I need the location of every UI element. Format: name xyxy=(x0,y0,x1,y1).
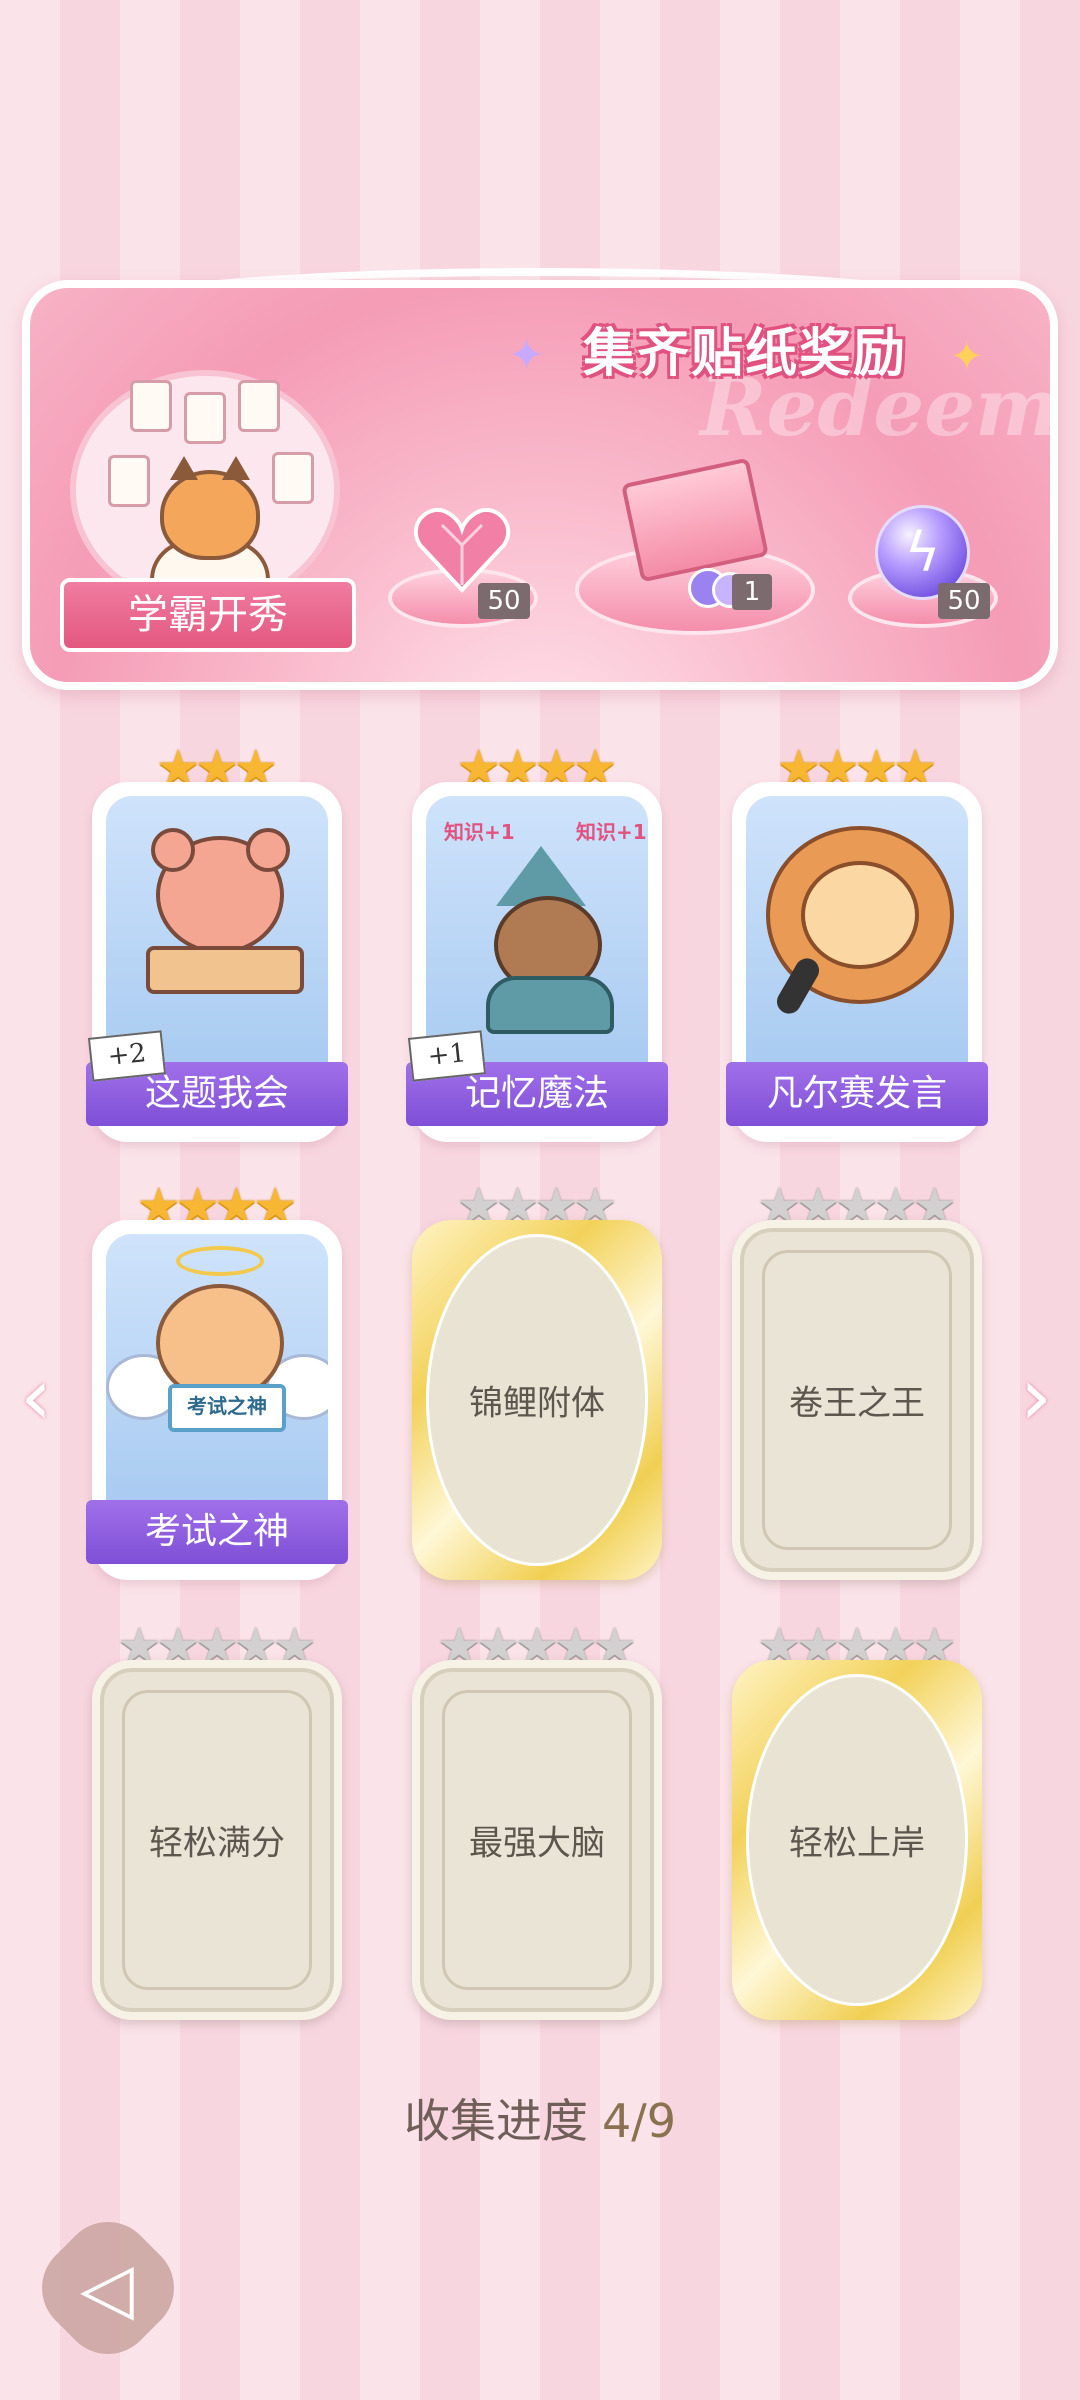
next-page-chevron-icon[interactable]: › xyxy=(1020,1350,1052,1443)
paper-icon xyxy=(184,392,226,444)
sparkle-icon: ✦ xyxy=(508,330,545,381)
sticker-card[interactable]: 知识+1 知识+1 记忆魔法 +1 xyxy=(406,782,668,1142)
robe xyxy=(486,976,614,1034)
sticker-card[interactable]: 凡尔赛发言 xyxy=(726,782,988,1142)
reward-qty: 1 xyxy=(732,574,772,610)
sticker-name: 锦鲤附体 xyxy=(469,1383,605,1424)
sign-text: 知识+1 xyxy=(576,820,647,844)
bear-ear xyxy=(246,828,290,872)
lion-speech-sticker xyxy=(746,796,968,1066)
locked-sticker-card[interactable]: 锦鲤附体 xyxy=(412,1220,662,1580)
collection-progress: 收集进度 4/9 xyxy=(0,2085,1080,2151)
sticker-name: 凡尔赛发言 xyxy=(726,1062,988,1126)
paper-icon xyxy=(130,380,172,432)
sign-board: 考试之神 xyxy=(168,1384,286,1432)
bonus-badge: +2 xyxy=(87,1030,167,1082)
lion-icon xyxy=(801,861,919,969)
paper-icon xyxy=(238,380,280,432)
sticker-card[interactable]: 考试之神 考试之神 xyxy=(86,1220,348,1580)
locked-sticker-card[interactable]: 轻松满分 xyxy=(92,1660,342,2020)
paper-icon xyxy=(272,452,314,504)
desk-icon xyxy=(146,946,304,994)
locked-sticker-card[interactable]: 最强大脑 xyxy=(412,1660,662,2020)
pink-heart-gem-icon[interactable] xyxy=(412,505,512,595)
locked-sticker-card[interactable]: 卷王之王 xyxy=(732,1220,982,1580)
otter-wizard-sticker: 知识+1 知识+1 xyxy=(426,796,648,1066)
reward-qty: 50 xyxy=(938,583,990,619)
progress-value: 4/9 xyxy=(601,2094,677,2148)
locked-sticker-card[interactable]: 轻松上岸 xyxy=(732,1660,982,2020)
bonus-badge: +1 xyxy=(407,1030,487,1082)
sticker-card[interactable]: 这题我会 +2 xyxy=(86,782,348,1142)
sticker-name: 卷王之王 xyxy=(789,1383,925,1424)
cat-mascot-icon xyxy=(160,456,260,560)
reward-qty: 50 xyxy=(478,583,530,619)
paper-icon xyxy=(108,455,150,507)
halo-icon xyxy=(176,1246,264,1276)
sign-text: 知识+1 xyxy=(444,820,515,844)
sparkle-icon: ✦ xyxy=(950,334,984,380)
back-arrow-icon: ◁ xyxy=(80,2247,134,2329)
prev-page-chevron-icon[interactable]: ‹ xyxy=(20,1350,52,1443)
banner-title: 集齐贴纸奖励 xyxy=(582,323,907,384)
sticker-name: 轻松上岸 xyxy=(789,1823,925,1864)
set-name-ribbon: 学霸开秀 xyxy=(60,578,356,652)
progress-label: 收集进度 xyxy=(403,2094,588,2148)
bear-student-sticker xyxy=(106,796,328,1066)
sticker-name: 最强大脑 xyxy=(469,1823,605,1864)
sticker-name: 考试之神 xyxy=(86,1500,348,1564)
bear-ear xyxy=(151,828,195,872)
angel-cat-sticker: 考试之神 xyxy=(106,1234,328,1504)
sticker-name: 轻松满分 xyxy=(149,1823,285,1864)
